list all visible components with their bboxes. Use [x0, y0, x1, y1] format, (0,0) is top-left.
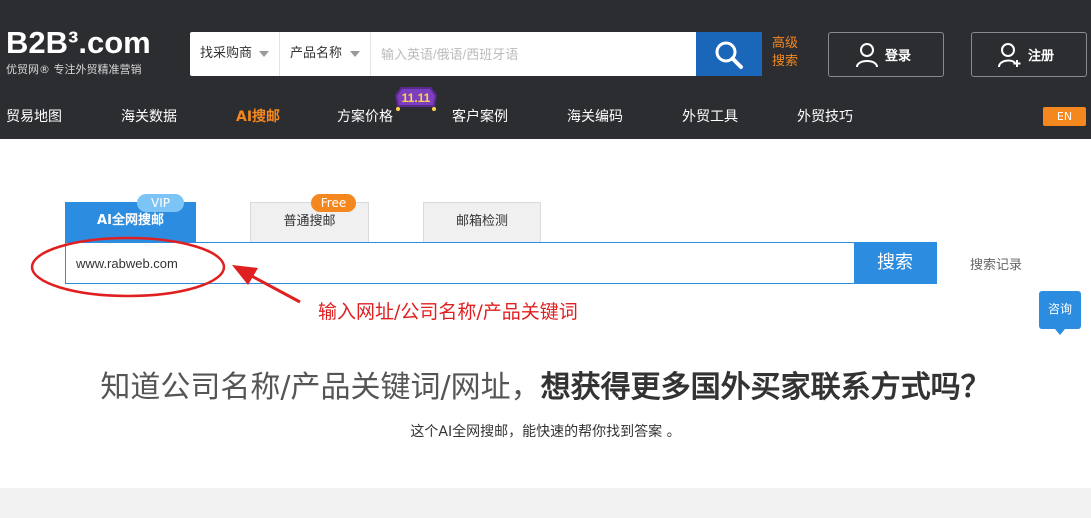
main-nav: 贸易地图 海关数据 AI搜邮 方案价格 客户案例 海关编码 外贸工具 外贸技巧	[0, 105, 1091, 129]
headline-normal: 知道公司名称/产品关键词/网址，	[100, 370, 541, 405]
search-type-select[interactable]: 找采购商	[190, 32, 280, 76]
nav-item-pricing[interactable]: 方案价格	[337, 105, 393, 129]
tab-email-check[interactable]: 邮箱检测	[423, 202, 541, 242]
search-icon	[715, 41, 743, 69]
main-search-button[interactable]: 搜索	[854, 243, 936, 283]
page-subline: 这个AI全网搜邮，能快速的帮你找到答案 。	[410, 424, 681, 440]
register-label: 注册	[1028, 49, 1055, 64]
nav-item-trade-tools[interactable]: 外贸工具	[682, 105, 738, 129]
nav-item-trade-tips[interactable]: 外贸技巧	[797, 105, 853, 129]
nav-item-customer-cases[interactable]: 客户案例	[452, 105, 508, 129]
footer-band	[0, 488, 1091, 518]
search-field-select[interactable]: 产品名称	[280, 32, 371, 76]
chevron-down-icon	[350, 51, 360, 57]
nav-item-hs-codes[interactable]: 海关编码	[567, 105, 623, 129]
free-badge: Free	[311, 194, 356, 212]
language-switch-en[interactable]: EN	[1043, 107, 1086, 126]
nav-item-customs-data[interactable]: 海关数据	[121, 105, 177, 129]
promo-1111-badge: 11.11	[395, 87, 437, 111]
login-label: 登录	[885, 49, 912, 64]
search-type-value: 找采购商	[200, 46, 253, 61]
main-search-input[interactable]	[66, 243, 855, 283]
register-button[interactable]: 注册	[971, 32, 1087, 77]
site-logo[interactable]: B2B³.com 优贸网® 专注外贸精准营销	[6, 24, 151, 77]
main-search-bar: 搜索	[65, 242, 937, 284]
header-search-input[interactable]	[371, 32, 696, 76]
advanced-search-link[interactable]: 高级搜索	[772, 35, 802, 71]
search-history-link[interactable]: 搜索记录	[970, 254, 1022, 273]
consult-button[interactable]: 咨询	[1039, 291, 1081, 335]
user-add-icon	[998, 43, 1021, 68]
user-icon	[856, 43, 878, 68]
logo-text: B2B³.com	[6, 25, 151, 60]
header-search-box: 找采购商 产品名称	[190, 32, 762, 76]
promo-badge-text: 11.11	[402, 91, 431, 105]
logo-slogan: 优贸网® 专注外贸精准营销	[6, 63, 142, 76]
annotation-text: 输入网址/公司名称/产品关键词	[318, 301, 578, 323]
chevron-down-icon	[259, 51, 269, 57]
headline-bold: 想获得更多国外买家联系方式吗？	[540, 370, 991, 405]
top-header: B2B³.com 优贸网® 专注外贸精准营销 找采购商 产品名称 高级搜索 登录	[0, 0, 1091, 139]
header-search-button[interactable]	[696, 32, 762, 76]
nav-item-ai-email-search[interactable]: AI搜邮	[236, 105, 280, 129]
search-field-value: 产品名称	[290, 46, 343, 61]
page-headline: 知道公司名称/产品关键词/网址，想获得更多国外买家联系方式吗？	[0, 362, 1091, 406]
vip-badge: VIP	[137, 194, 184, 212]
login-button[interactable]: 登录	[828, 32, 944, 77]
nav-item-trade-map[interactable]: 贸易地图	[6, 105, 62, 129]
